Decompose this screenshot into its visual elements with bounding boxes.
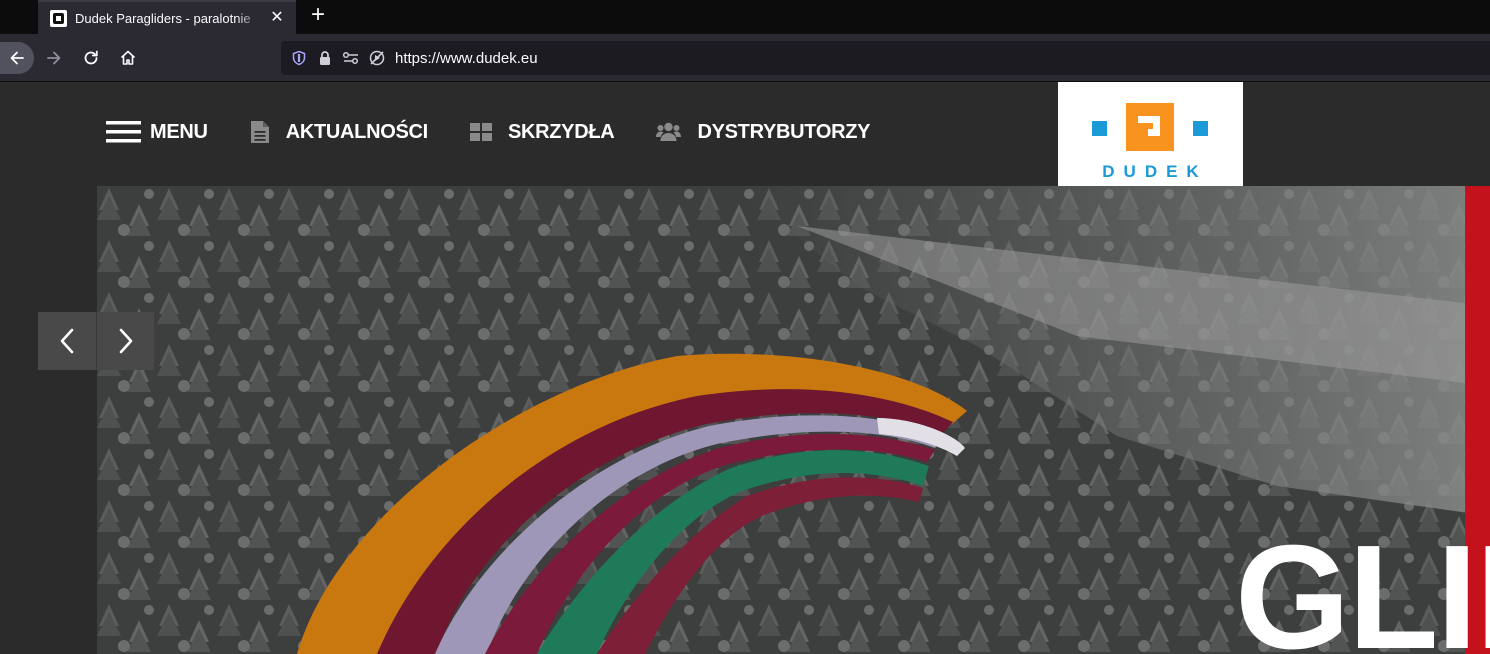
- grid-icon: [469, 123, 492, 141]
- back-button[interactable]: [0, 42, 34, 74]
- browser-nav-bar: https://www.dudek.eu: [0, 34, 1490, 82]
- hero-title: GLID: [1235, 515, 1490, 654]
- address-bar[interactable]: https://www.dudek.eu: [281, 41, 1490, 75]
- home-icon: [120, 50, 136, 65]
- users-icon: [656, 122, 682, 142]
- chevron-right-icon: [119, 328, 132, 354]
- permissions-icon[interactable]: [341, 48, 361, 68]
- tab-title: Dudek Paragliders - paralotnie: [75, 10, 251, 26]
- slider-prev-button[interactable]: [38, 312, 96, 370]
- home-button[interactable]: [112, 42, 144, 74]
- chevron-left-icon: [60, 328, 74, 354]
- nav-news-label: AKTUALNOŚCI: [285, 120, 429, 143]
- logo-wordmark: DUDEK: [1102, 162, 1208, 181]
- hero-slider[interactable]: GLID: [97, 186, 1490, 654]
- close-icon[interactable]: ✕: [268, 9, 286, 27]
- dudek-logo-mark: [1092, 103, 1208, 151]
- arrow-left-icon: [10, 51, 24, 65]
- arrow-right-icon: [47, 51, 61, 65]
- url-text[interactable]: https://www.dudek.eu: [395, 50, 538, 67]
- reload-icon: [84, 50, 98, 65]
- hamburger-icon: [106, 120, 141, 144]
- nav-item-news[interactable]: AKTUALNOŚCI: [250, 120, 428, 144]
- browser-tab-bar: Dudek Paragliders - paralotnie ✕ +: [0, 0, 1490, 34]
- menu-label: MENU: [150, 120, 208, 143]
- autoplay-blocked-icon[interactable]: [367, 48, 387, 68]
- nav-item-distributors[interactable]: DYSTRYBUTORZY: [656, 120, 871, 144]
- dudek-logo[interactable]: DUDEK: [1058, 82, 1243, 202]
- browser-tab-active[interactable]: Dudek Paragliders - paralotnie ✕: [38, 0, 296, 34]
- web-page: MENU AKTUALNOŚCI SKRZYDŁA DYSTRYBUTORZY: [0, 82, 1490, 654]
- site-favicon-icon: [50, 9, 67, 27]
- menu-button[interactable]: MENU: [106, 120, 208, 144]
- slider-next-button[interactable]: [96, 312, 154, 370]
- forward-button[interactable]: [38, 42, 70, 74]
- nav-item-wings[interactable]: SKRZYDŁA: [469, 120, 615, 144]
- slider-controls: [38, 312, 154, 370]
- nav-distributors-label: DYSTRYBUTORZY: [697, 120, 871, 143]
- document-icon: [250, 120, 270, 144]
- shield-icon[interactable]: [289, 48, 309, 68]
- site-main-nav: MENU AKTUALNOŚCI SKRZYDŁA DYSTRYBUTORZY: [106, 116, 912, 148]
- lock-icon[interactable]: [315, 48, 335, 68]
- plus-icon[interactable]: +: [306, 3, 330, 28]
- nav-wings-label: SKRZYDŁA: [507, 120, 615, 143]
- reload-button[interactable]: [75, 42, 107, 74]
